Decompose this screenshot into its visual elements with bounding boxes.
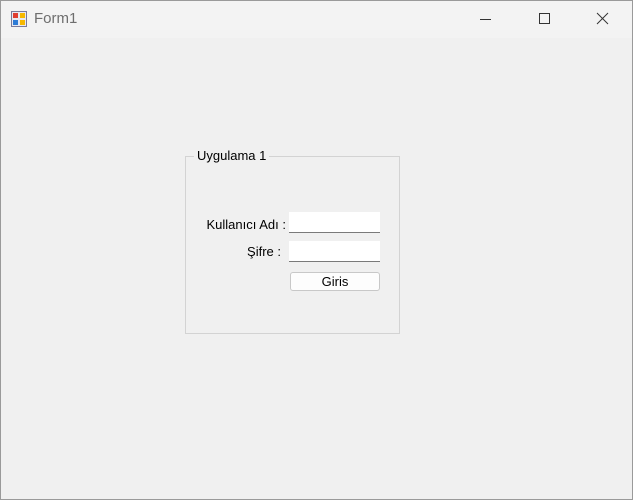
minimize-icon	[480, 19, 491, 20]
minimize-button[interactable]	[456, 1, 514, 38]
maximize-icon	[539, 13, 550, 24]
group-box: Uygulama 1 Kullanıcı Adı : Şifre : Giris	[185, 148, 400, 334]
close-icon	[596, 12, 609, 25]
window-title: Form1	[34, 10, 78, 27]
username-label: Kullanıcı Adı :	[206, 217, 287, 232]
password-label: Şifre :	[247, 244, 281, 259]
maximize-button[interactable]	[515, 1, 573, 38]
form1-window: Form1 Uygulama 1 Kullanıcı Adı : Şifre :	[0, 0, 633, 500]
username-input[interactable]	[289, 212, 380, 233]
form-client-area: Uygulama 1 Kullanıcı Adı : Şifre : Giris	[1, 38, 632, 499]
group-box-title: Uygulama 1	[194, 148, 270, 164]
title-bar[interactable]: Form1	[1, 1, 632, 38]
windows-forms-app-icon	[11, 11, 27, 27]
login-button[interactable]: Giris	[290, 272, 380, 291]
password-input[interactable]	[289, 241, 380, 262]
close-button[interactable]	[574, 1, 632, 38]
